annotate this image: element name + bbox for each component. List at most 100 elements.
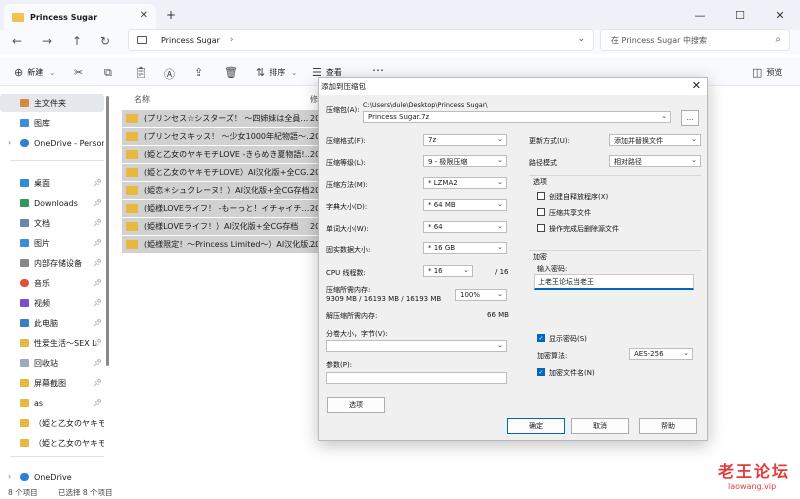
encrypt-names-label: 加密文件名(N)	[549, 369, 595, 377]
drive-icon	[20, 259, 29, 267]
sidebar-item-as[interactable]: as 📌︎	[0, 394, 104, 412]
sidebar-item-label: OneDrive - Persona	[34, 138, 104, 148]
delete-after-checkbox[interactable]	[537, 224, 545, 232]
cut-icon[interactable]: ✂	[74, 66, 87, 79]
list-item[interactable]: (姫様LOVEライフ！ -もーっと！イチャイチ…	[122, 200, 328, 217]
back-icon[interactable]: ←	[12, 34, 22, 48]
sidebar-item-screenshots[interactable]: 屏幕截图 📌︎	[0, 374, 104, 392]
level-combo[interactable]: 9 - 极限压缩 ⌄	[423, 155, 507, 167]
forward-icon[interactable]: →	[42, 34, 52, 48]
list-item[interactable]: (姫と乙女のヤキモチLOVE -きらめき夏物語!…	[122, 146, 328, 163]
pin-icon: 📌︎	[93, 299, 102, 307]
chevron-down-icon: ⌄	[683, 349, 689, 357]
chevron-down-icon: ⌄	[497, 222, 503, 230]
sfx-checkbox[interactable]	[537, 192, 545, 200]
sidebar-item-videos[interactable]: 视频 📌︎	[0, 294, 104, 312]
up-icon[interactable]: ↑	[72, 34, 82, 48]
sidebar-item-pictures[interactable]: 图片 📌︎	[0, 234, 104, 252]
params-input[interactable]	[326, 372, 507, 384]
sidebar-item-folder[interactable]: （姫と乙女のヤキモ	[0, 434, 104, 452]
list-item[interactable]: (姫様LOVEライフ！）AI汉化版+全CG存档	[122, 218, 328, 235]
password-field[interactable]: 上老王论坛当老王	[534, 274, 694, 290]
cancel-button[interactable]: 取消	[571, 418, 629, 434]
chevron-down-icon[interactable]: ⌄	[661, 112, 667, 120]
sidebar-item-onedrive[interactable]: OneDrive	[0, 468, 104, 486]
new-tab-icon[interactable]: +	[166, 8, 176, 22]
close-tab-icon[interactable]: ✕	[140, 10, 148, 21]
dict-combo[interactable]: * 64 MB ⌄	[423, 199, 507, 211]
archive-name-combo[interactable]: Princess Sugar.7z ⌄	[363, 111, 671, 123]
sidebar-item-recycle-bin[interactable]: 回收站 📌︎	[0, 354, 104, 372]
options-button[interactable]: 选项	[327, 397, 385, 413]
word-combo[interactable]: * 64 ⌄	[423, 221, 507, 233]
more-icon[interactable]: ⋯	[372, 63, 384, 77]
show-password-checkbox[interactable]: ✓	[537, 334, 545, 342]
list-item[interactable]: (姫と乙女のヤキモチLOVE）AI汉化版+全CG…	[122, 164, 328, 181]
minimize-icon[interactable]: —	[680, 0, 720, 30]
address-bar[interactable]: Princess Sugar › ⌄	[128, 29, 594, 51]
close-window-icon[interactable]: ✕	[760, 0, 800, 30]
update-mode-combo[interactable]: 添加并替换文件 ⌄	[609, 134, 701, 146]
search-icon[interactable]: ⌕	[775, 34, 781, 45]
pin-icon: 📌︎	[93, 179, 102, 187]
delete-icon[interactable]: 🗑︎	[224, 66, 242, 79]
sidebar-item-internal-storage[interactable]: 内部存储设备 📌︎	[0, 254, 104, 272]
path-mode-combo[interactable]: 相对路径 ⌄	[609, 155, 701, 167]
params-label: 参数(P):	[326, 361, 353, 369]
format-combo[interactable]: 7z ⌄	[423, 134, 507, 146]
sidebar-item-folder[interactable]: （姫と乙女のヤキモ	[0, 414, 104, 432]
encrypt-names-checkbox[interactable]: ✓	[537, 368, 545, 376]
sidebar-item-folder[interactable]: 性爱生活～SEX L 📌︎	[0, 334, 104, 352]
encryption-method-combo[interactable]: AES-256 ⌄	[629, 348, 693, 360]
sidebar-item-documents[interactable]: 文档 📌︎	[0, 214, 104, 232]
solid-combo[interactable]: * 16 GB ⌄	[423, 242, 507, 254]
method-label: 压缩方法(M):	[326, 181, 368, 189]
split-combo[interactable]: ⌄	[326, 340, 507, 352]
sidebar-item-downloads[interactable]: Downloads 📌︎	[0, 194, 104, 212]
ok-button[interactable]: 确定	[507, 418, 565, 434]
tab-princess-sugar[interactable]: Princess Sugar ✕	[4, 4, 156, 30]
list-item[interactable]: (姫様限定！～Princess Limited～）AI汉化版…	[122, 236, 328, 253]
paste-icon[interactable]: 📋︎	[134, 66, 152, 79]
chevron-down-icon: ⌄	[497, 156, 503, 164]
sidebar-item-home[interactable]: 主文件夹	[0, 94, 104, 112]
sort-label: 排序	[269, 68, 286, 77]
sort-button[interactable]: ⇅ 排序 ⌄	[256, 66, 297, 79]
threads-combo[interactable]: * 16 ⌄	[423, 265, 473, 277]
method-combo[interactable]: * LZMA2 ⌄	[423, 177, 507, 189]
new-button[interactable]: ⊕ 新建 ⌄	[14, 66, 55, 79]
close-dialog-icon[interactable]: ✕	[692, 79, 701, 92]
copy-icon[interactable]: ⧉	[104, 66, 116, 80]
refresh-icon[interactable]: ↻	[100, 34, 110, 48]
maximize-icon[interactable]: ☐	[720, 0, 760, 30]
help-button[interactable]: 帮助	[639, 418, 697, 434]
chevron-down-icon[interactable]: ⌄	[577, 34, 585, 44]
method-value: * LZMA2	[428, 179, 458, 187]
list-item[interactable]: (姫恋＊シュクレーヌ！）AI汉化版+全CG存档	[122, 182, 328, 199]
memory-percent-combo[interactable]: 100% ⌄	[455, 289, 507, 301]
sidebar-item-gallery[interactable]: 图库	[0, 114, 104, 132]
list-item[interactable]: (プリンセスキッス！ ～少女1000年紀物語～…	[122, 128, 328, 145]
word-value: * 64	[428, 223, 443, 231]
sidebar-item-onedrive-personal[interactable]: OneDrive - Persona	[0, 134, 104, 152]
column-header-date[interactable]: 修	[310, 94, 318, 105]
decomp-memory-label: 解压缩所需内存:	[326, 312, 378, 320]
column-header-name[interactable]: 名称	[134, 94, 150, 105]
browse-button[interactable]: ...	[681, 110, 699, 126]
breadcrumb[interactable]: Princess Sugar	[161, 36, 220, 45]
dict-label: 字典大小(D):	[326, 203, 368, 211]
sidebar-item-desktop[interactable]: 桌面 📌︎	[0, 174, 104, 192]
solid-value: * 16 GB	[428, 244, 456, 252]
list-item[interactable]: (プリンセス☆シスターズ！ ～四姉妹は全員…	[122, 110, 328, 127]
preview-button[interactable]: ◫ 预览	[752, 66, 782, 79]
chevron-right-icon[interactable]: ›	[230, 35, 234, 45]
chevron-down-icon: ⌄	[497, 243, 503, 251]
sidebar-scrollbar[interactable]	[106, 96, 109, 366]
shared-files-checkbox[interactable]	[537, 208, 545, 216]
sidebar-item-this-pc[interactable]: 此电脑 📌︎	[0, 314, 104, 332]
search-input[interactable]: 在 Princess Sugar 中搜索 ⌕	[600, 29, 790, 51]
home-icon	[20, 99, 29, 107]
share-icon[interactable]: ⇪	[194, 66, 207, 79]
rename-icon[interactable]: Ⓐ	[164, 66, 179, 82]
sidebar-item-music[interactable]: 音乐 📌︎	[0, 274, 104, 292]
